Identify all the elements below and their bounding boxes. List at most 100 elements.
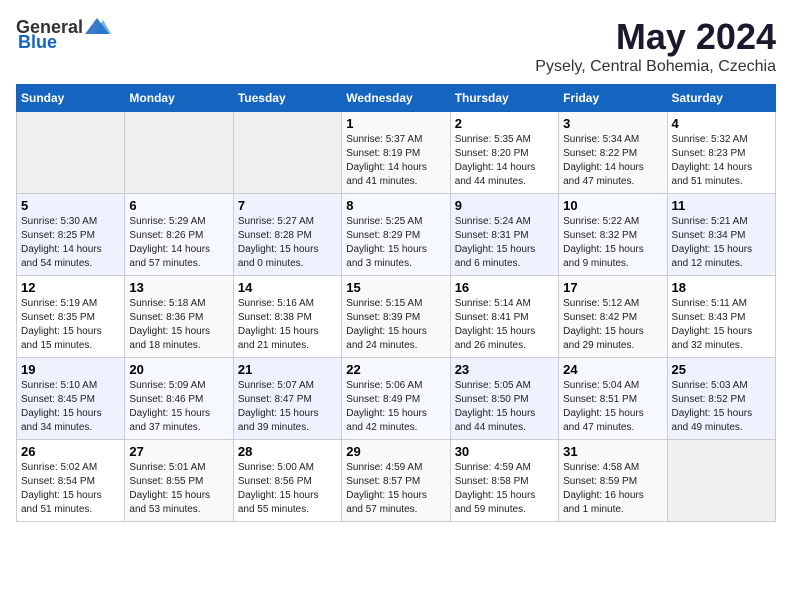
day-info: Sunrise: 5:16 AM Sunset: 8:38 PM Dayligh… (238, 297, 337, 353)
day-number: 12 (21, 280, 120, 295)
calendar-cell: 24 Sunrise: 5:04 AM Sunset: 8:51 PM Dayli… (559, 358, 667, 440)
day-number: 29 (346, 444, 445, 459)
day-number: 15 (346, 280, 445, 295)
calendar-cell: 9 Sunrise: 5:24 AM Sunset: 8:31 PM Daylig… (450, 194, 558, 276)
day-info: Sunrise: 5:04 AM Sunset: 8:51 PM Dayligh… (563, 379, 662, 435)
calendar-cell (125, 112, 233, 194)
day-info: Sunrise: 5:30 AM Sunset: 8:25 PM Dayligh… (21, 215, 120, 271)
day-info: Sunrise: 5:37 AM Sunset: 8:19 PM Dayligh… (346, 133, 445, 189)
day-info: Sunrise: 5:24 AM Sunset: 8:31 PM Dayligh… (455, 215, 554, 271)
calendar-cell: 1 Sunrise: 5:37 AM Sunset: 8:19 PM Daylig… (342, 112, 450, 194)
weekday-header-wednesday: Wednesday (342, 85, 450, 112)
calendar-cell: 19Sunrise: 5:10 AM Sunset: 8:45 PM Dayli… (17, 358, 125, 440)
calendar-cell: 3 Sunrise: 5:34 AM Sunset: 8:22 PM Daylig… (559, 112, 667, 194)
calendar-cell: 20 Sunrise: 5:09 AM Sunset: 8:46 PM Dayli… (125, 358, 233, 440)
day-number: 11 (672, 198, 771, 213)
day-info: Sunrise: 5:19 AM Sunset: 8:35 PM Dayligh… (21, 297, 120, 353)
day-info: Sunrise: 5:11 AM Sunset: 8:43 PM Dayligh… (672, 297, 771, 353)
calendar-cell: 29 Sunrise: 4:59 AM Sunset: 8:57 PM Dayli… (342, 440, 450, 522)
day-number: 24 (563, 362, 662, 377)
calendar-cell: 23Sunrise: 5:05 AM Sunset: 8:50 PM Dayli… (450, 358, 558, 440)
weekday-header-friday: Friday (559, 85, 667, 112)
page-header: General Blue May 2024 Pysely, Central Bo… (16, 16, 776, 76)
calendar-week-1: 1 Sunrise: 5:37 AM Sunset: 8:19 PM Daylig… (17, 112, 776, 194)
calendar-cell: 30Sunrise: 4:59 AM Sunset: 8:58 PM Dayli… (450, 440, 558, 522)
day-number: 22 (346, 362, 445, 377)
day-number: 4 (672, 116, 771, 131)
calendar-week-2: 5 Sunrise: 5:30 AM Sunset: 8:25 PM Daylig… (17, 194, 776, 276)
day-number: 27 (129, 444, 228, 459)
day-info: Sunrise: 4:59 AM Sunset: 8:58 PM Dayligh… (455, 461, 554, 517)
weekday-header-thursday: Thursday (450, 85, 558, 112)
calendar-cell: 21 Sunrise: 5:07 AM Sunset: 8:47 PM Dayli… (233, 358, 341, 440)
day-number: 10 (563, 198, 662, 213)
calendar-cell: 31Sunrise: 4:58 AM Sunset: 8:59 PM Dayli… (559, 440, 667, 522)
day-info: Sunrise: 5:21 AM Sunset: 8:34 PM Dayligh… (672, 215, 771, 271)
day-number: 1 (346, 116, 445, 131)
day-info: Sunrise: 4:59 AM Sunset: 8:57 PM Dayligh… (346, 461, 445, 517)
day-number: 14 (238, 280, 337, 295)
title-area: May 2024 Pysely, Central Bohemia, Czechi… (535, 16, 776, 76)
day-number: 31 (563, 444, 662, 459)
day-info: Sunrise: 5:14 AM Sunset: 8:41 PM Dayligh… (455, 297, 554, 353)
day-info: Sunrise: 5:12 AM Sunset: 8:42 PM Dayligh… (563, 297, 662, 353)
calendar-cell: 28 Sunrise: 5:00 AM Sunset: 8:56 PM Dayli… (233, 440, 341, 522)
day-info: Sunrise: 5:02 AM Sunset: 8:54 PM Dayligh… (21, 461, 120, 517)
logo-text-blue: Blue (18, 32, 57, 53)
calendar-week-5: 26Sunrise: 5:02 AM Sunset: 8:54 PM Dayli… (17, 440, 776, 522)
calendar-cell: 11 Sunrise: 5:21 AM Sunset: 8:34 PM Dayli… (667, 194, 775, 276)
calendar-cell: 26Sunrise: 5:02 AM Sunset: 8:54 PM Dayli… (17, 440, 125, 522)
weekday-header-monday: Monday (125, 85, 233, 112)
calendar-week-3: 12 Sunrise: 5:19 AM Sunset: 8:35 PM Dayli… (17, 276, 776, 358)
day-number: 9 (455, 198, 554, 213)
calendar-cell: 12 Sunrise: 5:19 AM Sunset: 8:35 PM Dayli… (17, 276, 125, 358)
month-title: May 2024 (535, 16, 776, 58)
weekday-header-tuesday: Tuesday (233, 85, 341, 112)
calendar-cell: 2Sunrise: 5:35 AM Sunset: 8:20 PM Daylig… (450, 112, 558, 194)
day-info: Sunrise: 5:06 AM Sunset: 8:49 PM Dayligh… (346, 379, 445, 435)
day-info: Sunrise: 5:34 AM Sunset: 8:22 PM Dayligh… (563, 133, 662, 189)
day-info: Sunrise: 5:05 AM Sunset: 8:50 PM Dayligh… (455, 379, 554, 435)
calendar-cell: 15Sunrise: 5:15 AM Sunset: 8:39 PM Dayli… (342, 276, 450, 358)
day-number: 3 (563, 116, 662, 131)
calendar-cell: 5 Sunrise: 5:30 AM Sunset: 8:25 PM Daylig… (17, 194, 125, 276)
day-info: Sunrise: 5:32 AM Sunset: 8:23 PM Dayligh… (672, 133, 771, 189)
day-info: Sunrise: 5:29 AM Sunset: 8:26 PM Dayligh… (129, 215, 228, 271)
calendar-cell: 18 Sunrise: 5:11 AM Sunset: 8:43 PM Dayli… (667, 276, 775, 358)
day-number: 21 (238, 362, 337, 377)
day-number: 13 (129, 280, 228, 295)
day-info: Sunrise: 5:22 AM Sunset: 8:32 PM Dayligh… (563, 215, 662, 271)
day-info: Sunrise: 5:25 AM Sunset: 8:29 PM Dayligh… (346, 215, 445, 271)
day-number: 6 (129, 198, 228, 213)
calendar-table: SundayMondayTuesdayWednesdayThursdayFrid… (16, 84, 776, 522)
day-number: 16 (455, 280, 554, 295)
calendar-cell: 22 Sunrise: 5:06 AM Sunset: 8:49 PM Dayli… (342, 358, 450, 440)
day-info: Sunrise: 5:10 AM Sunset: 8:45 PM Dayligh… (21, 379, 120, 435)
calendar-week-4: 19Sunrise: 5:10 AM Sunset: 8:45 PM Dayli… (17, 358, 776, 440)
day-info: Sunrise: 5:09 AM Sunset: 8:46 PM Dayligh… (129, 379, 228, 435)
calendar-cell: 10 Sunrise: 5:22 AM Sunset: 8:32 PM Dayli… (559, 194, 667, 276)
calendar-cell: 6 Sunrise: 5:29 AM Sunset: 8:26 PM Daylig… (125, 194, 233, 276)
day-number: 28 (238, 444, 337, 459)
weekday-header-row: SundayMondayTuesdayWednesdayThursdayFrid… (17, 85, 776, 112)
logo: General Blue (16, 16, 111, 53)
day-number: 20 (129, 362, 228, 377)
calendar-cell: 14 Sunrise: 5:16 AM Sunset: 8:38 PM Dayli… (233, 276, 341, 358)
day-number: 8 (346, 198, 445, 213)
day-info: Sunrise: 5:03 AM Sunset: 8:52 PM Dayligh… (672, 379, 771, 435)
day-info: Sunrise: 5:07 AM Sunset: 8:47 PM Dayligh… (238, 379, 337, 435)
calendar-cell: 13Sunrise: 5:18 AM Sunset: 8:36 PM Dayli… (125, 276, 233, 358)
calendar-cell: 4 Sunrise: 5:32 AM Sunset: 8:23 PM Daylig… (667, 112, 775, 194)
day-number: 25 (672, 362, 771, 377)
location-title: Pysely, Central Bohemia, Czechia (535, 58, 776, 76)
day-info: Sunrise: 5:27 AM Sunset: 8:28 PM Dayligh… (238, 215, 337, 271)
day-number: 18 (672, 280, 771, 295)
calendar-cell: 7Sunrise: 5:27 AM Sunset: 8:28 PM Daylig… (233, 194, 341, 276)
calendar-cell: 17Sunrise: 5:12 AM Sunset: 8:42 PM Dayli… (559, 276, 667, 358)
day-info: Sunrise: 5:00 AM Sunset: 8:56 PM Dayligh… (238, 461, 337, 517)
calendar-cell: 25 Sunrise: 5:03 AM Sunset: 8:52 PM Dayli… (667, 358, 775, 440)
calendar-cell: 8 Sunrise: 5:25 AM Sunset: 8:29 PM Daylig… (342, 194, 450, 276)
calendar-cell (233, 112, 341, 194)
logo-icon (83, 16, 111, 38)
day-number: 5 (21, 198, 120, 213)
